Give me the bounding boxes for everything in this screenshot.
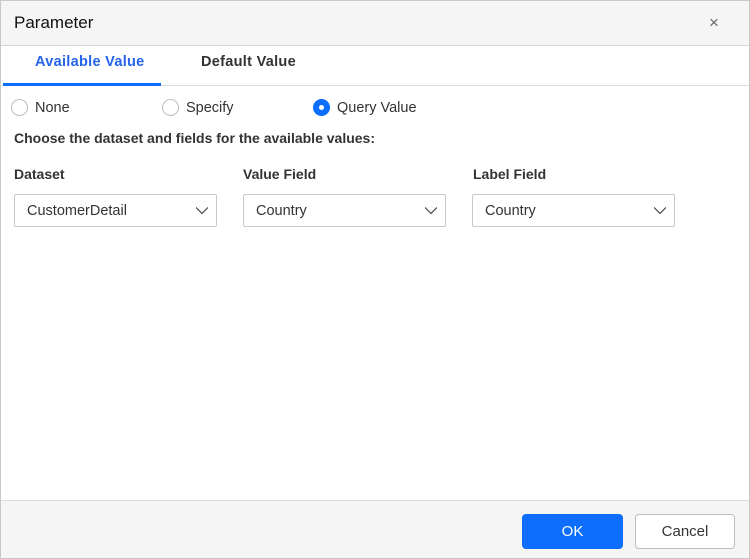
ok-button[interactable]: OK	[522, 514, 623, 549]
dropdown-value: Country	[485, 203, 536, 219]
tab-bar: Available Value Default Value	[1, 46, 749, 86]
dataset-label: Dataset	[14, 166, 65, 182]
dialog-title: Parameter	[14, 13, 94, 32]
close-icon[interactable]: ×	[709, 13, 719, 33]
radio-specify[interactable]: Specify	[162, 99, 234, 116]
radio-circle	[11, 99, 28, 116]
radio-label: None	[35, 99, 70, 116]
cancel-button[interactable]: Cancel	[635, 514, 735, 549]
value-field-label: Value Field	[243, 166, 317, 182]
radio-label: Specify	[186, 99, 234, 116]
chevron-down-icon	[425, 207, 437, 215]
dialog-footer: OK Cancel	[1, 500, 749, 558]
active-tab-indicator	[3, 83, 161, 86]
radio-query-value[interactable]: Query Value	[313, 99, 417, 116]
chevron-down-icon	[654, 207, 666, 215]
tab-available-value[interactable]: Available Value	[35, 54, 145, 70]
label-field-label: Label Field	[473, 166, 547, 182]
radio-label: Query Value	[337, 99, 417, 116]
tab-default-value[interactable]: Default Value	[201, 54, 296, 70]
dropdown-value: Country	[256, 203, 307, 219]
radio-circle	[162, 99, 179, 116]
parameter-dialog: Parameter × Available Value Default Valu…	[0, 0, 750, 559]
label-field-dropdown[interactable]: Country	[472, 194, 675, 227]
radio-circle-checked	[313, 99, 330, 116]
chevron-down-icon	[196, 207, 208, 215]
value-field-dropdown[interactable]: Country	[243, 194, 446, 227]
description-text: Choose the dataset and fields for the av…	[14, 130, 375, 146]
dropdown-value: CustomerDetail	[27, 203, 127, 219]
radio-none[interactable]: None	[11, 99, 70, 116]
dialog-header: Parameter ×	[1, 1, 749, 46]
dataset-dropdown[interactable]: CustomerDetail	[14, 194, 217, 227]
